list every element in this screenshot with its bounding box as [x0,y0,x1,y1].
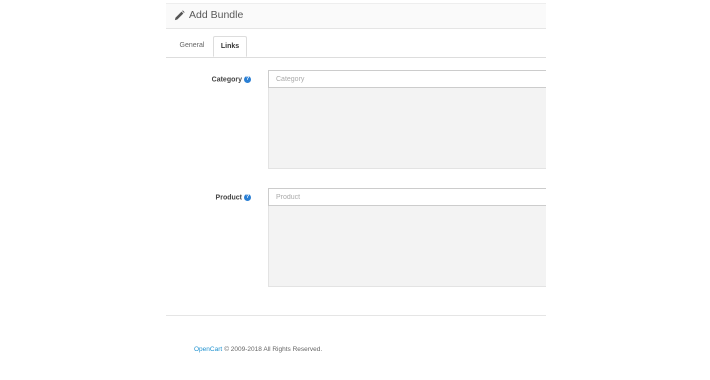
product-label-wrap: Product? [166,194,251,201]
product-input[interactable] [268,188,546,206]
copyright-text: © 2009-2018 All Rights Reserved. [224,346,323,353]
product-selected-list [268,206,546,287]
question-circle-icon[interactable]: ? [244,76,251,83]
tab-links[interactable]: Links [213,36,247,57]
category-selected-list [268,88,546,169]
category-label-wrap: Category? [166,76,251,83]
opencart-link[interactable]: OpenCart [194,346,222,353]
tab-general[interactable]: General [175,36,209,56]
tab-bar: General Links [166,36,546,58]
pencil-icon [174,10,185,21]
footer-divider [166,315,546,316]
bundle-form-panel: Add Bundle General Links Category? Produ… [166,0,546,316]
category-label: Category [211,76,242,84]
footer: OpenCart © 2009-2018 All Rights Reserved. [0,346,710,353]
panel-heading: Add Bundle [166,3,546,29]
question-circle-icon[interactable]: ? [244,194,251,201]
category-input[interactable] [268,70,546,88]
page-title: Add Bundle [189,9,244,21]
product-label: Product [215,194,242,202]
